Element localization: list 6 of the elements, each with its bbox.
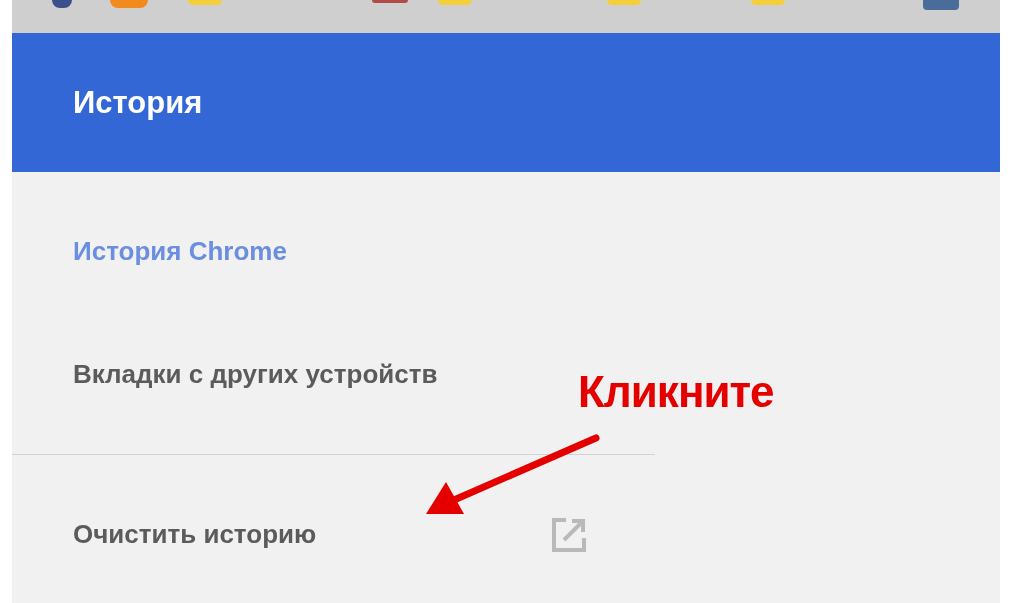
sidebar-item[interactable]: Очистить историю — [73, 519, 317, 550]
page-title: История — [73, 84, 203, 121]
bookmark-icon[interactable] — [52, 0, 72, 8]
sidebar-item[interactable]: Вкладки с других устройств — [73, 359, 438, 390]
external-link-icon[interactable] — [550, 515, 588, 554]
annotation-text: Кликните — [578, 367, 774, 417]
